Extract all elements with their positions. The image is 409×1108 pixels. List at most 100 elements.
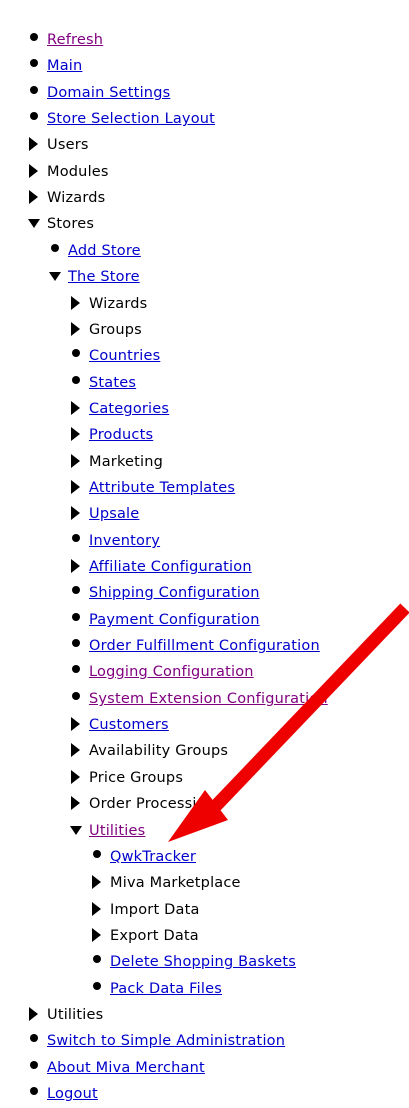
nav-item-main[interactable]: Main (28, 53, 82, 79)
nav-link-affiliate-configuration[interactable]: Affiliate Configuration (89, 554, 252, 580)
nav-link-categories[interactable]: Categories (89, 396, 169, 422)
nav-item-domain-settings[interactable]: Domain Settings (28, 80, 170, 106)
nav-link-payment-configuration[interactable]: Payment Configuration (89, 607, 260, 633)
nav-item-price-groups[interactable]: Price Groups (70, 765, 183, 791)
nav-link-domain-settings[interactable]: Domain Settings (47, 80, 170, 106)
expand-triangle-icon[interactable] (70, 449, 84, 475)
collapse-triangle-icon[interactable] (28, 211, 42, 237)
nav-item-delete-shopping-baskets[interactable]: Delete Shopping Baskets (91, 949, 296, 975)
nav-item-wizards[interactable]: Wizards (28, 185, 105, 211)
collapse-triangle-icon[interactable] (49, 264, 63, 290)
expand-triangle-icon[interactable] (28, 132, 42, 158)
nav-label-groups[interactable]: Groups (89, 317, 142, 343)
expand-triangle-icon[interactable] (70, 765, 84, 791)
nav-label-stores[interactable]: Stores (47, 211, 94, 237)
expand-triangle-icon[interactable] (70, 501, 84, 527)
nav-link-logout[interactable]: Logout (47, 1081, 98, 1107)
nav-link-refresh[interactable]: Refresh (47, 27, 103, 53)
nav-label-order-processing[interactable]: Order Processing (89, 791, 215, 817)
nav-item-wizards[interactable]: Wizards (70, 291, 147, 317)
nav-item-logout[interactable]: Logout (28, 1081, 98, 1107)
nav-label-availability-groups[interactable]: Availability Groups (89, 738, 228, 764)
nav-label-modules[interactable]: Modules (47, 159, 109, 185)
nav-item-switch-to-simple-administration[interactable]: Switch to Simple Administration (28, 1028, 285, 1054)
nav-link-system-extension-configuration[interactable]: System Extension Configuration (89, 686, 328, 712)
nav-item-qwktracker[interactable]: QwkTracker (91, 844, 196, 870)
nav-item-utilities[interactable]: Utilities (28, 1002, 103, 1028)
nav-link-switch-to-simple-administration[interactable]: Switch to Simple Administration (47, 1028, 285, 1054)
expand-triangle-icon[interactable] (70, 554, 84, 580)
nav-item-refresh[interactable]: Refresh (28, 27, 103, 53)
expand-triangle-icon[interactable] (28, 159, 42, 185)
nav-label-marketing[interactable]: Marketing (89, 449, 163, 475)
nav-item-order-fulfillment-configuration[interactable]: Order Fulfillment Configuration (70, 633, 320, 659)
nav-item-marketing[interactable]: Marketing (70, 449, 163, 475)
nav-item-availability-groups[interactable]: Availability Groups (70, 738, 228, 764)
expand-triangle-icon[interactable] (70, 738, 84, 764)
nav-label-users[interactable]: Users (47, 132, 89, 158)
nav-item-modules[interactable]: Modules (28, 159, 109, 185)
expand-triangle-icon[interactable] (91, 923, 105, 949)
nav-item-categories[interactable]: Categories (70, 396, 169, 422)
nav-item-export-data[interactable]: Export Data (91, 923, 199, 949)
nav-link-utilities[interactable]: Utilities (89, 818, 145, 844)
nav-link-main[interactable]: Main (47, 53, 82, 79)
nav-item-customers[interactable]: Customers (70, 712, 169, 738)
nav-item-attribute-templates[interactable]: Attribute Templates (70, 475, 235, 501)
nav-link-pack-data-files[interactable]: Pack Data Files (110, 976, 222, 1002)
nav-link-states[interactable]: States (89, 370, 136, 396)
expand-triangle-icon[interactable] (70, 422, 84, 448)
nav-label-wizards[interactable]: Wizards (89, 291, 147, 317)
nav-item-products[interactable]: Products (70, 422, 153, 448)
nav-item-pack-data-files[interactable]: Pack Data Files (91, 976, 222, 1002)
expand-triangle-icon[interactable] (70, 475, 84, 501)
nav-link-logging-configuration[interactable]: Logging Configuration (89, 659, 254, 685)
nav-item-order-processing[interactable]: Order Processing (70, 791, 215, 817)
nav-label-export-data[interactable]: Export Data (110, 923, 199, 949)
nav-link-order-fulfillment-configuration[interactable]: Order Fulfillment Configuration (89, 633, 320, 659)
nav-item-upsale[interactable]: Upsale (70, 501, 139, 527)
expand-triangle-icon[interactable] (91, 870, 105, 896)
nav-item-system-extension-configuration[interactable]: System Extension Configuration (70, 686, 328, 712)
nav-link-the-store[interactable]: The Store (68, 264, 140, 290)
nav-link-delete-shopping-baskets[interactable]: Delete Shopping Baskets (110, 949, 296, 975)
nav-item-users[interactable]: Users (28, 132, 89, 158)
nav-link-countries[interactable]: Countries (89, 343, 160, 369)
nav-link-store-selection-layout[interactable]: Store Selection Layout (47, 106, 215, 132)
nav-item-add-store[interactable]: Add Store (49, 238, 141, 264)
nav-link-about-miva-merchant[interactable]: About Miva Merchant (47, 1055, 205, 1081)
nav-item-utilities[interactable]: Utilities (70, 818, 145, 844)
expand-triangle-icon[interactable] (91, 897, 105, 923)
nav-item-about-miva-merchant[interactable]: About Miva Merchant (28, 1055, 205, 1081)
expand-triangle-icon[interactable] (70, 396, 84, 422)
nav-item-countries[interactable]: Countries (70, 343, 160, 369)
expand-triangle-icon[interactable] (70, 291, 84, 317)
nav-item-affiliate-configuration[interactable]: Affiliate Configuration (70, 554, 252, 580)
nav-item-logging-configuration[interactable]: Logging Configuration (70, 659, 254, 685)
collapse-triangle-icon[interactable] (70, 818, 84, 844)
nav-item-shipping-configuration[interactable]: Shipping Configuration (70, 580, 260, 606)
nav-item-miva-marketplace[interactable]: Miva Marketplace (91, 870, 241, 896)
nav-label-wizards[interactable]: Wizards (47, 185, 105, 211)
expand-triangle-icon[interactable] (70, 712, 84, 738)
nav-link-customers[interactable]: Customers (89, 712, 169, 738)
nav-item-import-data[interactable]: Import Data (91, 897, 200, 923)
nav-item-stores[interactable]: Stores (28, 211, 94, 237)
nav-label-price-groups[interactable]: Price Groups (89, 765, 183, 791)
nav-item-the-store[interactable]: The Store (49, 264, 140, 290)
nav-item-payment-configuration[interactable]: Payment Configuration (70, 607, 260, 633)
nav-label-import-data[interactable]: Import Data (110, 897, 200, 923)
nav-link-upsale[interactable]: Upsale (89, 501, 139, 527)
nav-link-qwktracker[interactable]: QwkTracker (110, 844, 196, 870)
nav-item-store-selection-layout[interactable]: Store Selection Layout (28, 106, 215, 132)
nav-link-products[interactable]: Products (89, 422, 153, 448)
nav-item-inventory[interactable]: Inventory (70, 528, 160, 554)
expand-triangle-icon[interactable] (70, 317, 84, 343)
nav-link-add-store[interactable]: Add Store (68, 238, 141, 264)
nav-link-inventory[interactable]: Inventory (89, 528, 160, 554)
nav-item-groups[interactable]: Groups (70, 317, 142, 343)
expand-triangle-icon[interactable] (28, 1002, 42, 1028)
expand-triangle-icon[interactable] (70, 791, 84, 817)
nav-label-utilities[interactable]: Utilities (47, 1002, 103, 1028)
nav-link-shipping-configuration[interactable]: Shipping Configuration (89, 580, 260, 606)
